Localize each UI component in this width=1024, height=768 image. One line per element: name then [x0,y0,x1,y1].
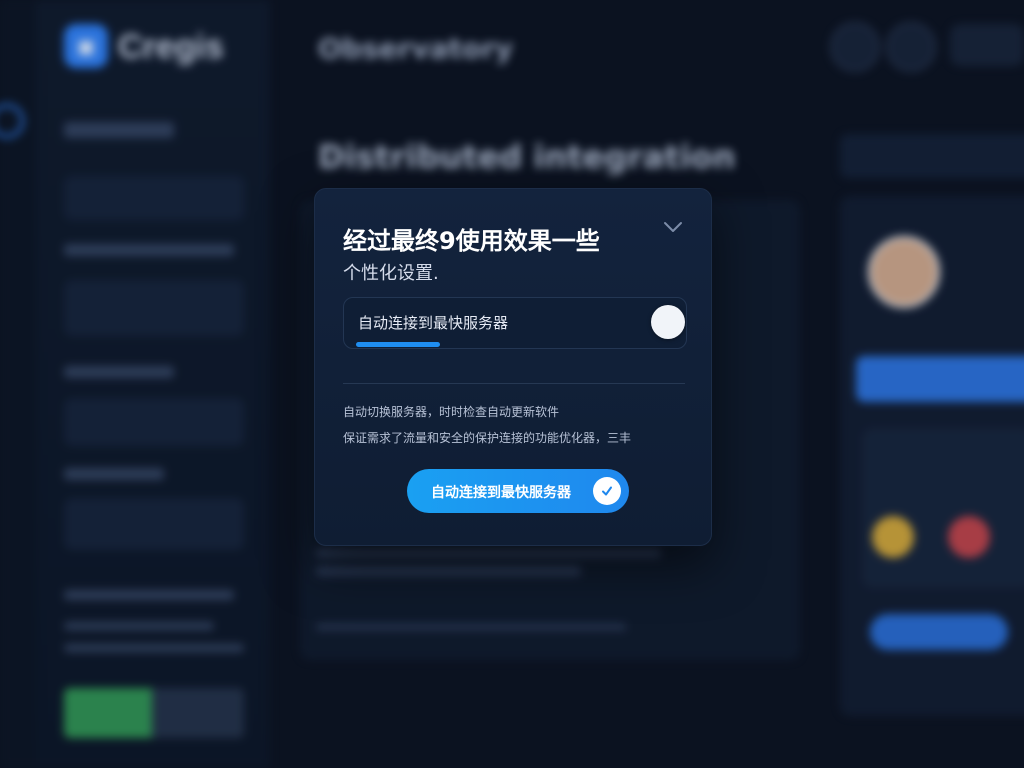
main-text-line [316,566,581,576]
sidebar: ▣ Cregis [0,0,270,768]
dialog-subtitle: 个性化设置. [343,263,439,284]
settings-dialog: 经过最终9使用效果一些 个性化设置. 自动连接到最快服务器 自动切换服务器，时时… [314,188,712,546]
sidebar-primary-button[interactable] [64,688,152,738]
right-primary-button[interactable] [856,356,1024,402]
dialog-description-line: 保证需求了流量和安全的保护连接的功能优化器，三丰 [343,431,632,445]
sidebar-profile[interactable] [64,176,244,220]
auto-connect-label: 自动连接到最快服务器 [358,314,509,332]
auto-connect-progress-fill [356,342,440,347]
auto-connect-button-label: 自动连接到最快服务器 [431,485,571,501]
header-status-icon[interactable] [886,22,936,72]
right-action-button[interactable] [870,614,1008,650]
app-brand: Cregis [118,28,224,66]
auto-connect-toggle[interactable] [651,305,685,339]
sidebar-card[interactable] [64,498,244,550]
app-logo-icon: ▣ [64,24,108,68]
sidebar-card[interactable] [64,398,244,446]
sidebar-item[interactable] [64,366,174,378]
right-panel-header [840,134,1024,178]
sidebar-item[interactable] [64,622,214,630]
dialog-title: 经过最终9使用效果一些 [343,227,600,255]
auto-connect-button[interactable]: 自动连接到最快服务器 [407,469,629,513]
right-inner-card [862,428,1024,588]
header-icon-button[interactable] [830,22,880,72]
sidebar-item[interactable] [64,244,234,256]
header-title: Observatory [318,32,514,65]
sidebar-secondary-button[interactable] [152,688,244,738]
main-text-line [316,548,661,558]
auto-connect-progress [356,342,656,347]
sidebar-item[interactable] [64,590,234,600]
auto-connect-toggle-row[interactable]: 自动连接到最快服务器 [343,297,687,349]
gold-coin-icon [872,516,914,558]
sidebar-item[interactable] [64,644,244,652]
sidebar-item[interactable] [64,122,174,138]
sidebar-card[interactable] [64,280,244,336]
dialog-divider [343,383,685,384]
checkmark-icon [593,477,621,505]
avatar[interactable] [868,236,940,308]
sidebar-item[interactable] [64,468,164,480]
red-coin-icon [948,516,990,558]
main-progress-track [316,624,626,630]
chevron-down-icon[interactable] [661,215,685,239]
dialog-description-line: 自动切换服务器，时时检查自动更新软件 [343,405,560,419]
main-heading: Distributed integration [318,138,736,176]
header-menu-button[interactable] [950,24,1024,66]
